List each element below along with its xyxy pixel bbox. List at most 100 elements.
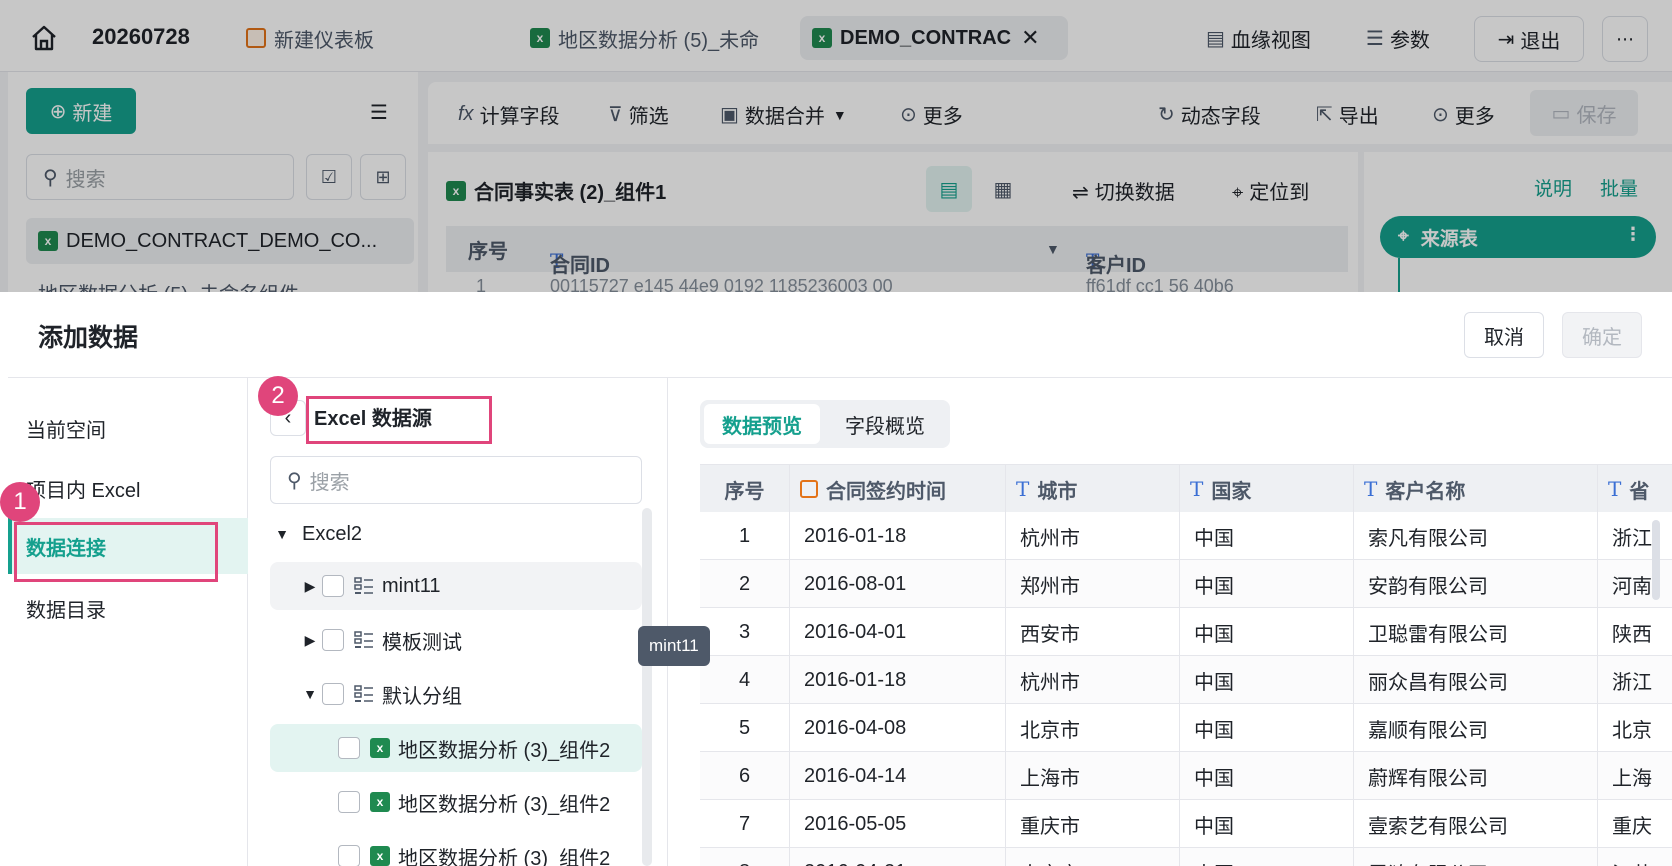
- checkbox[interactable]: [338, 791, 360, 813]
- tree-node-mint11[interactable]: ▶ mint11: [270, 562, 642, 610]
- workspace-title: 20260728: [92, 24, 190, 49]
- table-scrollbar[interactable]: [1652, 520, 1660, 600]
- export-button[interactable]: ⇱ 导出: [1316, 100, 1379, 129]
- confirm-button[interactable]: 确定: [1562, 312, 1642, 358]
- group-icon: [354, 685, 373, 702]
- column-province[interactable]: T省: [1598, 465, 1672, 513]
- new-folder-button[interactable]: ⊞: [360, 154, 406, 200]
- excel-icon: x: [812, 28, 832, 48]
- crosshair-icon: ⌖: [1398, 226, 1409, 247]
- caret-right-icon[interactable]: ▶: [298, 578, 322, 595]
- tree-node-default-group[interactable]: ▼ 默认分组: [270, 670, 642, 718]
- checkbox[interactable]: [338, 845, 360, 866]
- dynamic-field-button[interactable]: ↻ 动态字段: [1158, 100, 1261, 129]
- switch-icon: ⇌: [1072, 182, 1089, 204]
- tree-leaf-region-analysis-3[interactable]: x 地区数据分析 (3)_组件2: [270, 832, 642, 866]
- table-editor: x 合同事实表 (2)_组件1 ▤ ▦ ⇌ 切换数据 ⌖ 定位到 序号 T 合同ID …: [428, 152, 1358, 292]
- table-header: 序号 合同签约时间 T 城市 T 国家 T 客户名称 T省: [700, 464, 1672, 513]
- left-list-item-demo-contract[interactable]: x DEMO_CONTRACT_DEMO_CO...: [26, 218, 414, 264]
- home-icon[interactable]: [28, 22, 60, 54]
- column-city[interactable]: T 城市: [1006, 465, 1180, 513]
- step-badge-1: 1: [0, 482, 40, 522]
- text-type-icon: T: [1190, 477, 1204, 501]
- tree-search-input[interactable]: ⚲ 搜索: [270, 456, 642, 504]
- table-row: 8 2016-04-21 南京市 中国 霏涟有限公司 江苏: [700, 848, 1672, 866]
- filter-icon: ⊽: [608, 104, 623, 126]
- lineage-icon: ▤: [1206, 27, 1225, 50]
- left-panel: ⊕ 新建 ☰ ⚲ 搜索 ☑ ⊞ x DEMO_CONTRACT_DEMO_CO.…: [8, 72, 418, 292]
- tab-dashboard[interactable]: 新建仪表板: [246, 16, 374, 60]
- nav-project-excel[interactable]: 项目内 Excel: [8, 460, 248, 516]
- close-icon[interactable]: ✕: [1021, 25, 1039, 51]
- exit-button[interactable]: ⇥ 退出: [1474, 16, 1584, 62]
- excel-icon: x: [530, 28, 550, 48]
- top-bar: 20260728 新建仪表板 x 地区数据分析 (5)_未命 x DEMO_CO…: [0, 0, 1672, 72]
- tab-demo-contract[interactable]: x DEMO_CONTRAC ✕: [800, 16, 1068, 60]
- column-country[interactable]: T 国家: [1180, 465, 1354, 513]
- left-search-input[interactable]: ⚲ 搜索: [26, 154, 294, 200]
- tab-data-preview[interactable]: 数据预览: [704, 404, 820, 444]
- tab-field-overview[interactable]: 字段概览: [824, 404, 946, 444]
- checkbox[interactable]: [322, 629, 344, 651]
- lineage-connector: [1398, 258, 1400, 292]
- left-list-item-region[interactable]: 地区数据分析 (5)_未命名组件: [38, 278, 299, 292]
- text-type-icon: T: [1608, 477, 1622, 501]
- explain-link[interactable]: 说明: [1534, 174, 1572, 201]
- preview-panel: 数据预览 字段概览 序号 合同签约时间 T 城市 T 国家 T 客户名称 T省 1 2…: [668, 378, 1672, 866]
- tooltip: mint11: [638, 626, 710, 666]
- tree-node-excel2[interactable]: ▼ Excel2: [270, 510, 642, 558]
- chevron-down-icon[interactable]: ▼: [1046, 241, 1060, 257]
- source-table-node[interactable]: ⌖ 来源表 ⋮: [1380, 216, 1656, 258]
- cancel-button[interactable]: 取消: [1464, 312, 1544, 358]
- tab-label: 新建仪表板: [274, 29, 374, 52]
- list-view-button[interactable]: ▤: [926, 166, 972, 212]
- table-title: x 合同事实表 (2)_组件1: [446, 176, 666, 205]
- batch-link[interactable]: 批量: [1600, 174, 1638, 201]
- checkbox[interactable]: [322, 683, 344, 705]
- params-button[interactable]: ☰ 参数: [1366, 20, 1430, 56]
- calc-field-button[interactable]: fx 计算字段: [458, 100, 560, 129]
- filter-button[interactable]: ⊽ 筛选: [608, 100, 669, 129]
- editor-table-row: 1 00115727 e145 44e9 0192 1185236003 00 …: [476, 276, 1234, 292]
- more-icon: ⊙: [1432, 104, 1449, 126]
- function-icon: fx: [458, 103, 474, 125]
- nav-current-space[interactable]: 当前空间: [8, 400, 248, 456]
- checkbox[interactable]: [338, 737, 360, 759]
- tree-node-template-test[interactable]: ▶ 模板测试: [270, 616, 642, 664]
- vertical-dots-icon[interactable]: ⋮: [1624, 224, 1642, 245]
- locate-button[interactable]: ⌖ 定位到: [1232, 176, 1309, 205]
- source-nav: 当前空间 项目内 Excel 数据连接 数据目录: [8, 378, 248, 866]
- tree-scrollbar[interactable]: [642, 508, 652, 866]
- plus-icon: ⊕: [49, 100, 67, 123]
- grid-view-icon: ▦: [993, 178, 1013, 201]
- column-customer-name[interactable]: T 客户名称: [1354, 465, 1598, 513]
- checkbox[interactable]: [322, 575, 344, 597]
- column-sign-date[interactable]: 合同签约时间: [790, 465, 1006, 513]
- merge-button[interactable]: ▣ 数据合并 ▼: [720, 100, 847, 129]
- excel-icon: x: [370, 738, 390, 758]
- source-tree-panel: ‹ Excel 数据源 ⚲ 搜索 ▼ Excel2 ▶ mint11 ▶ 模板测…: [248, 378, 894, 866]
- nav-data-catalog[interactable]: 数据目录: [8, 580, 248, 636]
- lineage-panel: 说明 批量 ⌖ 来源表 ⋮: [1364, 152, 1672, 292]
- caret-down-icon[interactable]: ▼: [270, 526, 294, 542]
- tab-region-analysis[interactable]: x 地区数据分析 (5)_未命: [530, 16, 770, 60]
- collapse-icon[interactable]: ☰: [370, 100, 388, 125]
- switch-data-button[interactable]: ⇌ 切换数据: [1072, 176, 1175, 205]
- tree-leaf-region-analysis-2[interactable]: x 地区数据分析 (3)_组件2: [270, 778, 642, 826]
- more-button[interactable]: ⊙ 更多: [900, 100, 963, 129]
- more-button-2[interactable]: ⊙ 更多: [1432, 100, 1495, 129]
- caret-right-icon[interactable]: ▶: [298, 632, 322, 649]
- tree-leaf-region-analysis-1[interactable]: x 地区数据分析 (3)_组件2: [270, 724, 642, 772]
- excel-icon: x: [38, 231, 58, 251]
- lineage-view-button[interactable]: ▤ 血缘视图: [1206, 20, 1311, 56]
- grid-view-button[interactable]: ▦: [980, 166, 1026, 212]
- new-button[interactable]: ⊕ 新建: [26, 88, 136, 134]
- more-options-button[interactable]: ⋯: [1602, 16, 1648, 62]
- save-button[interactable]: ▭ 保存: [1530, 90, 1638, 136]
- more-icon: ⋯: [1616, 28, 1634, 49]
- batch-select-button[interactable]: ☑: [306, 154, 352, 200]
- caret-down-icon[interactable]: ▼: [298, 686, 322, 702]
- group-icon: [354, 577, 373, 594]
- excel-icon: x: [446, 180, 466, 201]
- table-row: 1 2016-01-18 杭州市 中国 索凡有限公司 浙江: [700, 512, 1672, 560]
